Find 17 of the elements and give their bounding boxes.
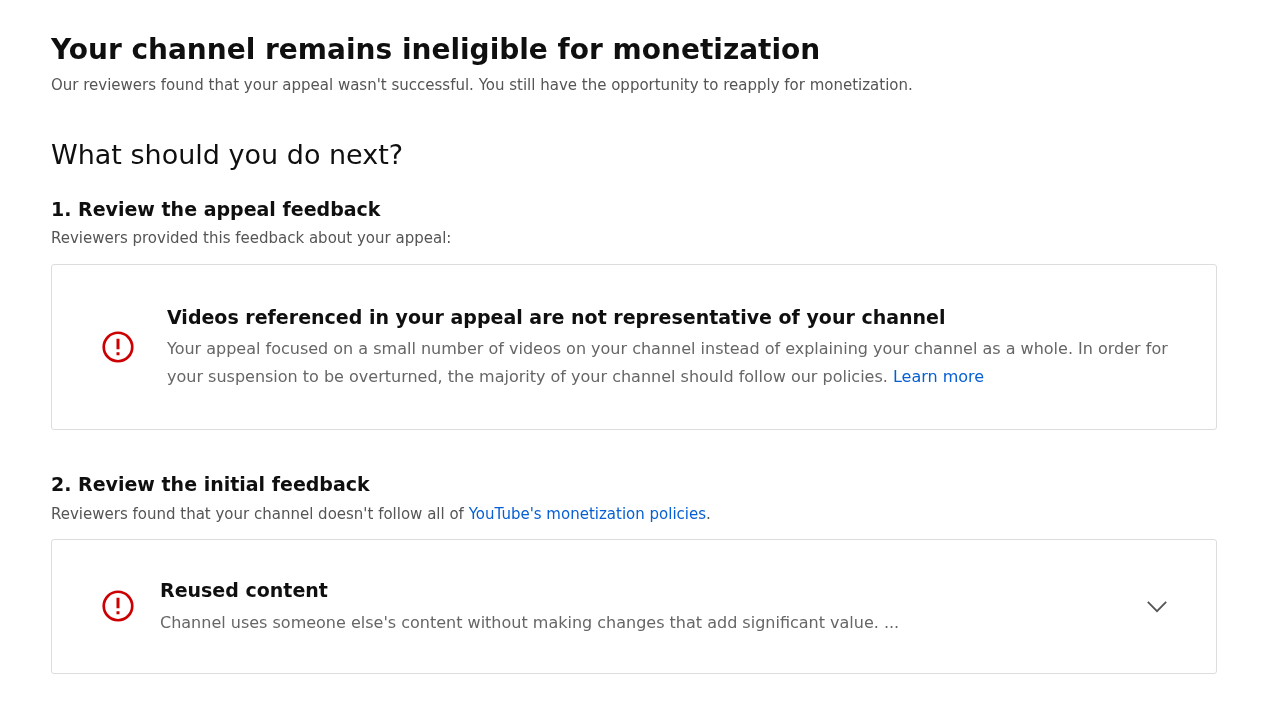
chevron-down-icon[interactable] [1146, 599, 1168, 613]
card-title: Reused content [160, 578, 329, 603]
alert-icon [100, 328, 136, 365]
subtitle: Our reviewers found that your appeal wasn't successful. You still have the opportunity to reapply for monetization. [51, 75, 914, 96]
alert-icon [100, 588, 136, 625]
card-description: Your appeal focused on a small number of videos on your channel instead of explaining your channel as a whole. In order for your suspension to be overturned, the majority of your channel should follow our policies. Learn more [167, 338, 1168, 388]
card-title: Videos referenced in your appeal are not representative of your channel [167, 304, 947, 330]
feedback-card[interactable]: Reused content Channel uses someone else's content without making changes that add significant value. ... [51, 539, 1217, 674]
policy-link[interactable]: YouTube's monetization policies [468, 504, 706, 523]
step-heading: 2. Review the initial feedback [51, 472, 371, 497]
section-heading: What should you do next? [51, 137, 405, 172]
step-heading: 1. Review the appeal feedback [51, 196, 382, 222]
step-intro: Reviewers provided this feedback about your appeal: [51, 228, 453, 249]
page-title: Your channel remains ineligible for monetization [51, 32, 822, 68]
step-intro: Reviewers found that your channel doesn't follow all of YouTube's monetization policies. [51, 503, 712, 525]
card-description: Channel uses someone else's content without making changes that add significant value. ... [160, 611, 901, 634]
learn-more-link[interactable]: Learn more [892, 367, 985, 386]
